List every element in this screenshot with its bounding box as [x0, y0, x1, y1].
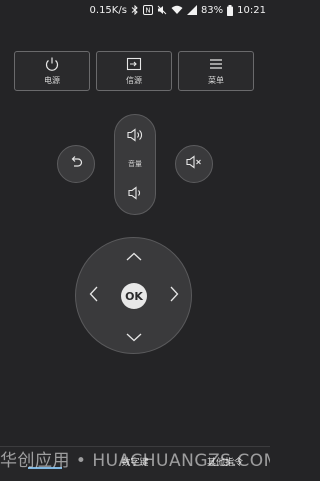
battery-percent: 83%	[200, 4, 224, 16]
tab-number-keys-label: 数字键	[121, 458, 149, 468]
dpad-up-button[interactable]	[122, 246, 146, 266]
mute-button[interactable]	[175, 145, 213, 183]
dpad: OK	[75, 237, 192, 354]
mute-icon	[185, 154, 203, 174]
dpad-right-button[interactable]	[164, 284, 184, 308]
power-button[interactable]: 电源	[14, 51, 90, 91]
bluetooth-icon	[131, 5, 139, 15]
svg-text:N: N	[145, 7, 150, 15]
chevron-down-icon	[126, 327, 142, 346]
clock: 10:21	[237, 4, 266, 16]
input-source-button[interactable]: 信源	[96, 51, 172, 91]
menu-button-label: 菜单	[208, 76, 224, 85]
chevron-right-icon	[169, 286, 179, 306]
tab-other-commands[interactable]: 其他指令	[180, 455, 270, 468]
battery-icon	[227, 4, 234, 16]
volume-label: 音量	[128, 160, 142, 168]
volume-control: 音量	[114, 114, 156, 215]
input-source-button-label: 信源	[126, 76, 142, 85]
signal-icon	[186, 5, 197, 15]
dpad-left-button[interactable]	[84, 284, 104, 308]
network-speed: 0.15K/s	[89, 4, 127, 16]
menu-icon	[208, 56, 224, 72]
back-icon	[68, 154, 84, 174]
volume-up-icon	[126, 127, 144, 147]
active-tab-indicator	[28, 467, 62, 469]
bottom-tab-bar: 数字键 其他指令	[0, 446, 270, 481]
volume-down-icon	[126, 185, 144, 205]
mute-icon	[157, 5, 167, 15]
volume-down-button[interactable]	[115, 181, 155, 209]
ok-label: OK	[125, 289, 143, 303]
chevron-up-icon	[126, 247, 142, 266]
tab-other-commands-label: 其他指令	[206, 458, 243, 468]
wifi-icon	[171, 5, 183, 15]
dpad-down-button[interactable]	[122, 326, 146, 346]
chevron-left-icon	[89, 286, 99, 306]
status-bar: 0.15K/s N 83% 10:21	[0, 0, 270, 20]
power-button-label: 电源	[44, 76, 60, 85]
back-button[interactable]	[57, 145, 95, 183]
tab-number-keys[interactable]: 数字键	[90, 455, 180, 468]
volume-up-button[interactable]	[115, 123, 155, 151]
nfc-icon: N	[142, 5, 153, 15]
menu-button[interactable]: 菜单	[178, 51, 254, 91]
input-source-icon	[126, 56, 142, 72]
ok-button[interactable]: OK	[121, 283, 147, 309]
power-icon	[44, 56, 60, 72]
